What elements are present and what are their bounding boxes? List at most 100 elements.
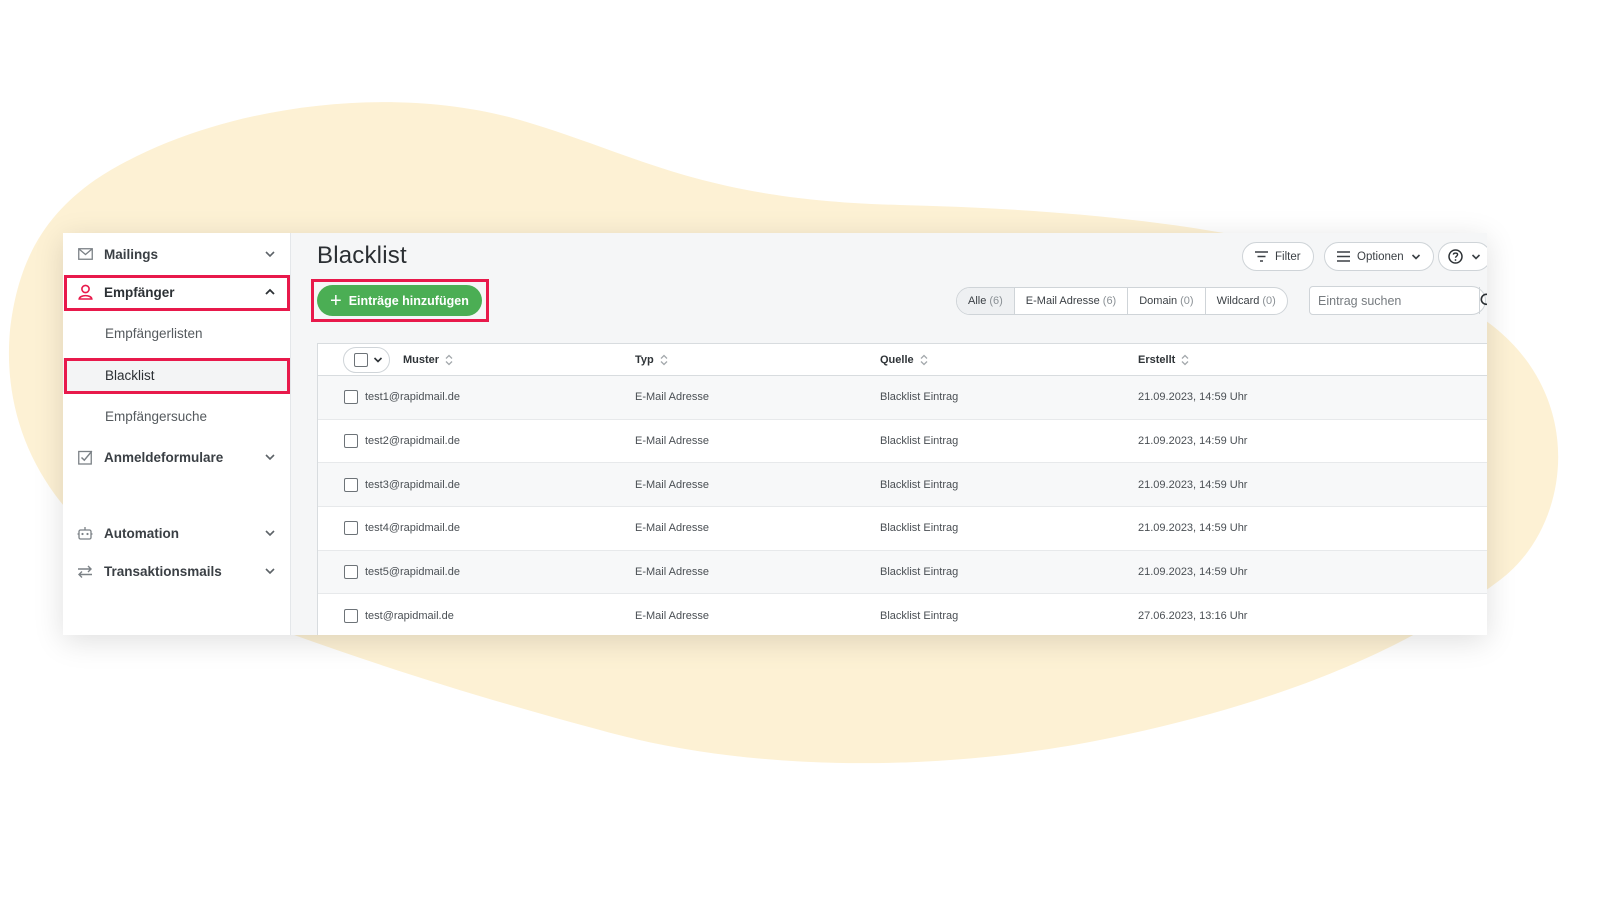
column-header-erstellt[interactable]: Erstellt xyxy=(1138,344,1189,376)
cell-quelle: Blacklist Eintrag xyxy=(880,435,959,448)
sidebar-subitem-label: Blacklist xyxy=(105,367,155,383)
cell-quelle: Blacklist Eintrag xyxy=(880,609,959,622)
table-row[interactable]: test3@rapidmail.de E-Mail Adresse Blackl… xyxy=(318,463,1487,508)
chevron-down-icon xyxy=(373,357,383,363)
sort-icon xyxy=(660,354,668,366)
cell-quelle: Blacklist Eintrag xyxy=(880,522,959,535)
cell-typ: E-Mail Adresse xyxy=(635,478,709,491)
sidebar-item-label: Automation xyxy=(104,525,179,541)
cell-muster: test@rapidmail.de xyxy=(365,609,454,622)
cell-muster: test3@rapidmail.de xyxy=(365,478,460,491)
add-entries-button[interactable]: + Einträge hinzufügen xyxy=(317,285,482,316)
table-row[interactable]: test2@rapidmail.de E-Mail Adresse Blackl… xyxy=(318,419,1487,464)
sidebar-subitem-label: Empfängersuche xyxy=(105,408,208,424)
chevron-down-icon xyxy=(1411,253,1420,260)
row-checkbox[interactable] xyxy=(344,434,358,449)
screenshot-stage: Mailings Empfänger Empfängerlisten Black… xyxy=(0,0,1601,903)
checkbox-icon xyxy=(354,353,368,367)
tab-count: (0) xyxy=(1180,295,1194,307)
tab-email-adresse[interactable]: E-Mail Adresse (6) xyxy=(1015,288,1129,314)
cell-typ: E-Mail Adresse xyxy=(635,391,709,404)
column-header-quelle[interactable]: Quelle xyxy=(880,344,928,376)
column-header-label: Quelle xyxy=(880,354,914,366)
tab-label: Wildcard xyxy=(1216,295,1260,307)
cell-quelle: Blacklist Eintrag xyxy=(880,478,959,491)
filter-button[interactable]: Filter xyxy=(1242,242,1314,271)
tab-count: (0) xyxy=(1262,295,1276,307)
chevron-down-icon xyxy=(265,251,275,258)
cell-muster: test4@rapidmail.de xyxy=(365,522,460,535)
cell-erstellt: 27.06.2023, 13:16 Uhr xyxy=(1138,609,1248,622)
cell-typ: E-Mail Adresse xyxy=(635,522,709,535)
sort-icon xyxy=(1181,354,1189,366)
cell-quelle: Blacklist Eintrag xyxy=(880,391,959,404)
chevron-up-icon xyxy=(265,288,275,295)
help-circle-icon xyxy=(1448,249,1463,264)
sidebar-item-anmeldeformulare[interactable]: Anmeldeformulare xyxy=(63,438,290,476)
search-button[interactable] xyxy=(1479,287,1487,314)
table-row[interactable]: test1@rapidmail.de E-Mail Adresse Blackl… xyxy=(318,376,1487,420)
sidebar-item-transaktionsmails[interactable]: Transaktionsmails xyxy=(63,552,290,590)
options-button[interactable]: Optionen xyxy=(1324,242,1434,271)
blacklist-table: Muster Typ Quelle Erstellt test1@rapidma… xyxy=(317,343,1487,635)
cell-erstellt: 21.09.2023, 14:59 Uhr xyxy=(1138,522,1248,535)
search-icon xyxy=(1480,293,1487,306)
cell-muster: test5@rapidmail.de xyxy=(365,566,460,579)
row-checkbox[interactable] xyxy=(344,390,358,405)
tab-domain[interactable]: Domain (0) xyxy=(1128,288,1206,314)
transfer-arrows-icon xyxy=(76,562,94,580)
select-all-checkbox[interactable] xyxy=(343,347,390,373)
tab-alle[interactable]: Alle (6) xyxy=(957,288,1015,314)
cell-muster: test2@rapidmail.de xyxy=(365,435,460,448)
column-header-label: Typ xyxy=(635,354,654,366)
tab-wildcard[interactable]: Wildcard (0) xyxy=(1206,288,1287,314)
sidebar-subitem-empfaengersuche[interactable]: Empfängersuche xyxy=(63,399,290,433)
sidebar-item-label: Transaktionsmails xyxy=(104,563,222,579)
cell-quelle: Blacklist Eintrag xyxy=(880,566,959,579)
sidebar-item-label: Empfänger xyxy=(104,284,175,300)
sidebar: Mailings Empfänger Empfängerlisten Black… xyxy=(63,233,291,635)
help-button[interactable] xyxy=(1438,242,1487,271)
robot-icon xyxy=(76,524,94,542)
menu-icon xyxy=(1337,251,1350,262)
cell-typ: E-Mail Adresse xyxy=(635,609,709,622)
search-input[interactable] xyxy=(1310,287,1479,314)
column-header-label: Muster xyxy=(403,354,440,366)
sidebar-item-automation[interactable]: Automation xyxy=(63,514,290,552)
row-checkbox[interactable] xyxy=(344,477,358,492)
main-content: Blacklist Filter Optionen + Einträge hin… xyxy=(291,233,1487,635)
app-window: Mailings Empfänger Empfängerlisten Black… xyxy=(63,233,1487,635)
sidebar-subitem-label: Empfängerlisten xyxy=(105,325,203,341)
chevron-down-icon xyxy=(1471,253,1481,260)
sort-icon xyxy=(445,354,453,366)
column-header-muster[interactable]: Muster xyxy=(403,344,453,376)
options-label: Optionen xyxy=(1357,250,1404,263)
row-checkbox[interactable] xyxy=(344,565,358,580)
tab-label: Domain xyxy=(1139,295,1178,307)
chevron-down-icon xyxy=(265,454,275,461)
sidebar-subitem-empfaengerlisten[interactable]: Empfängerlisten xyxy=(63,316,290,350)
row-checkbox[interactable] xyxy=(344,521,358,536)
sort-icon xyxy=(920,354,928,366)
cell-muster: test1@rapidmail.de xyxy=(365,391,460,404)
tab-label: E-Mail Adresse xyxy=(1025,295,1100,307)
tab-count: (6) xyxy=(1102,295,1117,307)
table-body: test1@rapidmail.de E-Mail Adresse Blackl… xyxy=(318,376,1487,635)
table-row[interactable]: test4@rapidmail.de E-Mail Adresse Blackl… xyxy=(318,507,1487,551)
table-row[interactable]: test@rapidmail.de E-Mail Adresse Blackli… xyxy=(318,594,1487,635)
sidebar-item-empfaenger[interactable]: Empfänger xyxy=(63,273,290,311)
sidebar-item-mailings[interactable]: Mailings xyxy=(63,235,290,273)
sidebar-subitem-blacklist[interactable]: Blacklist xyxy=(63,358,290,392)
checkbox-form-icon xyxy=(76,448,94,466)
cell-erstellt: 21.09.2023, 14:59 Uhr xyxy=(1138,566,1248,579)
plus-icon: + xyxy=(330,289,342,312)
mail-icon xyxy=(76,245,94,263)
chevron-down-icon xyxy=(265,568,275,575)
table-row[interactable]: test5@rapidmail.de E-Mail Adresse Blackl… xyxy=(318,550,1487,595)
column-header-typ[interactable]: Typ xyxy=(635,344,668,376)
filter-label: Filter xyxy=(1275,250,1301,263)
sidebar-item-label: Anmeldeformulare xyxy=(104,449,224,465)
row-checkbox[interactable] xyxy=(344,608,358,623)
cell-erstellt: 21.09.2023, 14:59 Uhr xyxy=(1138,391,1248,404)
tab-label: Alle xyxy=(968,295,987,307)
